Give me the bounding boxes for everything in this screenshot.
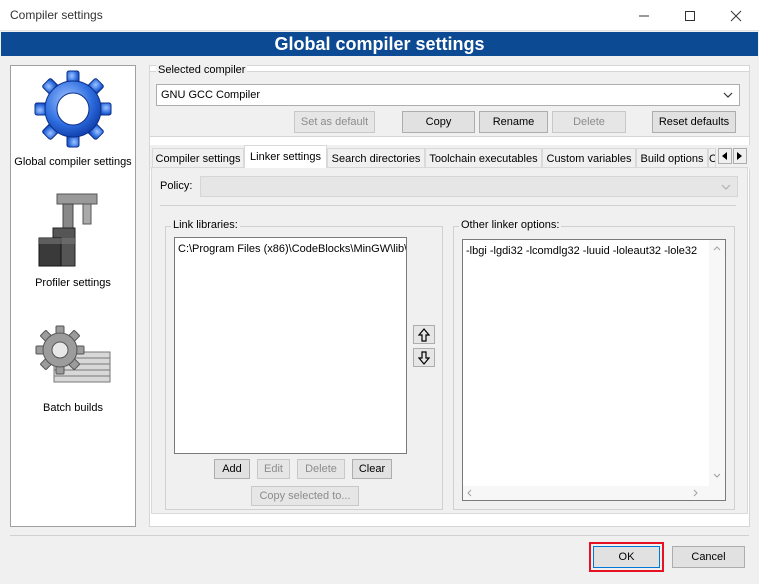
header-banner: Global compiler settings	[1, 32, 758, 56]
category-label: Global compiler settings	[14, 156, 132, 168]
close-icon	[730, 10, 742, 21]
maximize-button[interactable]	[667, 0, 713, 31]
clear-libraries-button[interactable]: Clear	[352, 459, 392, 479]
tab-linker-settings[interactable]: Linker settings	[244, 145, 327, 168]
category-global-compiler[interactable]: Global compiler settings	[11, 68, 135, 168]
tab-scroll-right-button[interactable]	[733, 148, 747, 164]
scroll-left-icon	[467, 489, 472, 497]
move-down-button[interactable]	[413, 348, 435, 367]
other-linker-options-text: -lbgi -lgdi32 -lcomdlg32 -luuid -loleaut…	[466, 245, 698, 257]
compiler-select[interactable]: GNU GCC Compiler	[156, 84, 740, 106]
caliper-icon	[38, 193, 98, 267]
maximize-icon	[685, 10, 695, 21]
category-label: Profiler settings	[35, 277, 111, 289]
edit-library-button[interactable]: Edit	[257, 459, 290, 479]
delete-library-button[interactable]: Delete	[297, 459, 345, 479]
set-as-default-button[interactable]: Set as default	[294, 111, 375, 133]
minimize-icon	[639, 15, 649, 16]
link-libraries-label: Link libraries:	[171, 219, 240, 231]
delete-compiler-button[interactable]: Delete	[552, 111, 626, 133]
footer-separator	[10, 535, 749, 536]
tab-toolchain-executables[interactable]: Toolchain executables	[425, 148, 542, 168]
close-button[interactable]	[713, 0, 759, 31]
category-profiler[interactable]: Profiler settings	[11, 190, 135, 289]
tab-search-directories[interactable]: Search directories	[327, 148, 425, 168]
cancel-button[interactable]: Cancel	[672, 546, 745, 568]
title-bar: Compiler settings	[0, 0, 759, 31]
copy-button[interactable]: Copy	[402, 111, 475, 133]
rename-button[interactable]: Rename	[479, 111, 548, 133]
window-title: Compiler settings	[10, 8, 103, 22]
ok-button[interactable]: OK	[593, 546, 660, 568]
separator	[160, 205, 736, 206]
scroll-down-icon	[713, 473, 721, 478]
chevron-down-icon	[723, 92, 733, 98]
triangle-left-icon	[722, 152, 727, 160]
tab-overflow[interactable]: C	[708, 148, 716, 168]
tab-strip: Compiler settings Linker settings Search…	[150, 145, 750, 169]
minimize-button[interactable]	[621, 0, 667, 31]
selected-compiler-label: Selected compiler	[156, 64, 248, 76]
category-panel: Global compiler settings Profiler settin…	[10, 65, 136, 527]
copy-selected-to-button[interactable]: Copy selected to...	[251, 486, 359, 506]
reset-defaults-button[interactable]: Reset defaults	[652, 111, 736, 133]
policy-select[interactable]	[200, 176, 738, 197]
tab-scroll-left-button[interactable]	[718, 148, 732, 164]
scroll-right-icon	[693, 489, 698, 497]
gear-icon	[34, 70, 112, 148]
vertical-scrollbar[interactable]	[709, 240, 725, 486]
category-batch-builds[interactable]: Batch builds	[11, 324, 135, 414]
arrow-down-icon	[418, 350, 430, 365]
chevron-down-icon	[721, 184, 731, 190]
other-linker-options-label: Other linker options:	[459, 219, 562, 231]
batch-gear-icon	[35, 325, 111, 383]
triangle-right-icon	[737, 152, 742, 160]
other-linker-options-input[interactable]: -lbgi -lgdi32 -lcomdlg32 -luuid -loleaut…	[462, 239, 726, 501]
compiler-select-value: GNU GCC Compiler	[161, 89, 261, 101]
link-libraries-list[interactable]: C:\Program Files (x86)\CodeBlocks\MinGW\…	[174, 237, 407, 454]
scroll-up-icon	[713, 246, 721, 251]
tab-compiler-settings[interactable]: Compiler settings	[152, 148, 244, 168]
arrow-up-icon	[418, 327, 430, 342]
move-up-button[interactable]	[413, 325, 435, 344]
policy-label: Policy:	[160, 180, 193, 192]
add-library-button[interactable]: Add	[214, 459, 250, 479]
category-label: Batch builds	[43, 402, 103, 414]
horizontal-scrollbar[interactable]	[463, 486, 725, 500]
list-item[interactable]: C:\Program Files (x86)\CodeBlocks\MinGW\…	[175, 238, 406, 260]
tab-custom-variables[interactable]: Custom variables	[542, 148, 636, 168]
tab-build-options[interactable]: Build options	[636, 148, 708, 168]
